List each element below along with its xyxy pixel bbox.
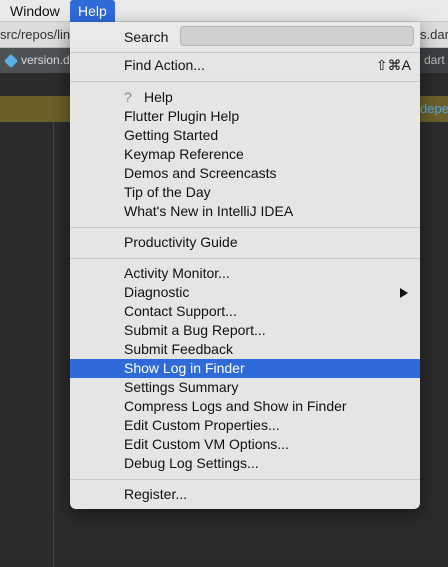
dart-file-icon xyxy=(3,53,19,68)
menu-item-label: Debug Log Settings... xyxy=(124,455,259,471)
menu-item-label: Contact Support... xyxy=(124,303,237,319)
menu-item-label: Submit Feedback xyxy=(124,341,233,357)
menu-item-debug-log-settings[interactable]: Debug Log Settings... xyxy=(70,454,420,473)
menu-item-productivity-guide[interactable]: Productivity Guide xyxy=(70,233,420,252)
menu-item-label: Keymap Reference xyxy=(124,146,244,162)
help-menu: Search Find Action... ⇧⌘A ? Help Flutter… xyxy=(70,22,420,509)
menu-item-edit-custom-vm-options[interactable]: Edit Custom VM Options... xyxy=(70,435,420,454)
menu-separator xyxy=(70,52,420,53)
menu-item-label: Settings Summary xyxy=(124,379,239,395)
menu-item-compress-logs[interactable]: Compress Logs and Show in Finder xyxy=(70,397,420,416)
menu-item-label: Find Action... xyxy=(124,57,205,73)
menu-item-demos-screencasts[interactable]: Demos and Screencasts xyxy=(70,164,420,183)
menu-item-show-log-in-finder[interactable]: Show Log in Finder xyxy=(70,359,420,378)
menu-item-submit-bug-report[interactable]: Submit a Bug Report... xyxy=(70,321,420,340)
menu-item-label: Register... xyxy=(124,486,188,502)
submenu-arrow-icon xyxy=(400,288,408,298)
menu-item-contact-support[interactable]: Contact Support... xyxy=(70,302,420,321)
editor-tab-right[interactable]: dart xyxy=(424,53,445,67)
menu-item-label: Diagnostic xyxy=(124,284,190,300)
menu-item-label: Edit Custom VM Options... xyxy=(124,436,289,452)
menu-bar: Window Help xyxy=(0,0,448,22)
menu-item-submit-feedback[interactable]: Submit Feedback xyxy=(70,340,420,359)
menu-item-label: Submit a Bug Report... xyxy=(124,322,266,338)
menubar-help[interactable]: Help xyxy=(70,0,115,22)
menu-item-label: Activity Monitor... xyxy=(124,265,230,281)
menu-separator xyxy=(70,258,420,259)
menu-item-label: Demos and Screencasts xyxy=(124,165,277,181)
menu-item-diagnostic[interactable]: Diagnostic xyxy=(70,283,420,302)
menu-search-row: Search xyxy=(70,26,420,48)
search-label: Search xyxy=(124,29,169,45)
menu-item-label: Help xyxy=(144,89,173,105)
menubar-window[interactable]: Window xyxy=(2,0,68,22)
menu-item-label: Compress Logs and Show in Finder xyxy=(124,398,347,414)
menu-item-whats-new[interactable]: What's New in IntelliJ IDEA xyxy=(70,202,420,221)
search-input[interactable] xyxy=(180,26,414,46)
menu-item-help[interactable]: ? Help xyxy=(70,88,420,107)
menu-item-label: Productivity Guide xyxy=(124,234,238,250)
menu-item-activity-monitor[interactable]: Activity Monitor... xyxy=(70,264,420,283)
navigation-path[interactable]: src/repos/lin xyxy=(0,27,70,42)
menu-item-register[interactable]: Register... xyxy=(70,485,420,504)
menu-separator xyxy=(70,479,420,480)
menu-item-label: Tip of the Day xyxy=(124,184,211,200)
navigation-path-file[interactable]: s.dart xyxy=(420,27,448,42)
menu-item-label: What's New in IntelliJ IDEA xyxy=(124,203,294,219)
menu-item-label: Getting Started xyxy=(124,127,219,143)
menu-separator xyxy=(70,81,420,82)
menu-separator xyxy=(70,227,420,228)
menu-item-keymap-reference[interactable]: Keymap Reference xyxy=(70,145,420,164)
menu-item-label: Edit Custom Properties... xyxy=(124,417,280,433)
menu-item-tip-of-the-day[interactable]: Tip of the Day xyxy=(70,183,420,202)
editor-gutter-divider xyxy=(53,122,54,567)
menu-item-shortcut: ⇧⌘A xyxy=(375,57,411,73)
menu-item-getting-started[interactable]: Getting Started xyxy=(70,126,420,145)
menu-item-settings-summary[interactable]: Settings Summary xyxy=(70,378,420,397)
menu-item-flutter-plugin-help[interactable]: Flutter Plugin Help xyxy=(70,107,420,126)
menu-item-label: Flutter Plugin Help xyxy=(124,108,240,124)
menu-item-edit-custom-properties[interactable]: Edit Custom Properties... xyxy=(70,416,420,435)
menu-item-find-action[interactable]: Find Action... ⇧⌘A xyxy=(70,56,420,75)
banner-link[interactable]: depe xyxy=(420,96,448,122)
menu-item-label: Show Log in Finder xyxy=(124,360,245,376)
help-question-icon: ? xyxy=(124,89,132,105)
